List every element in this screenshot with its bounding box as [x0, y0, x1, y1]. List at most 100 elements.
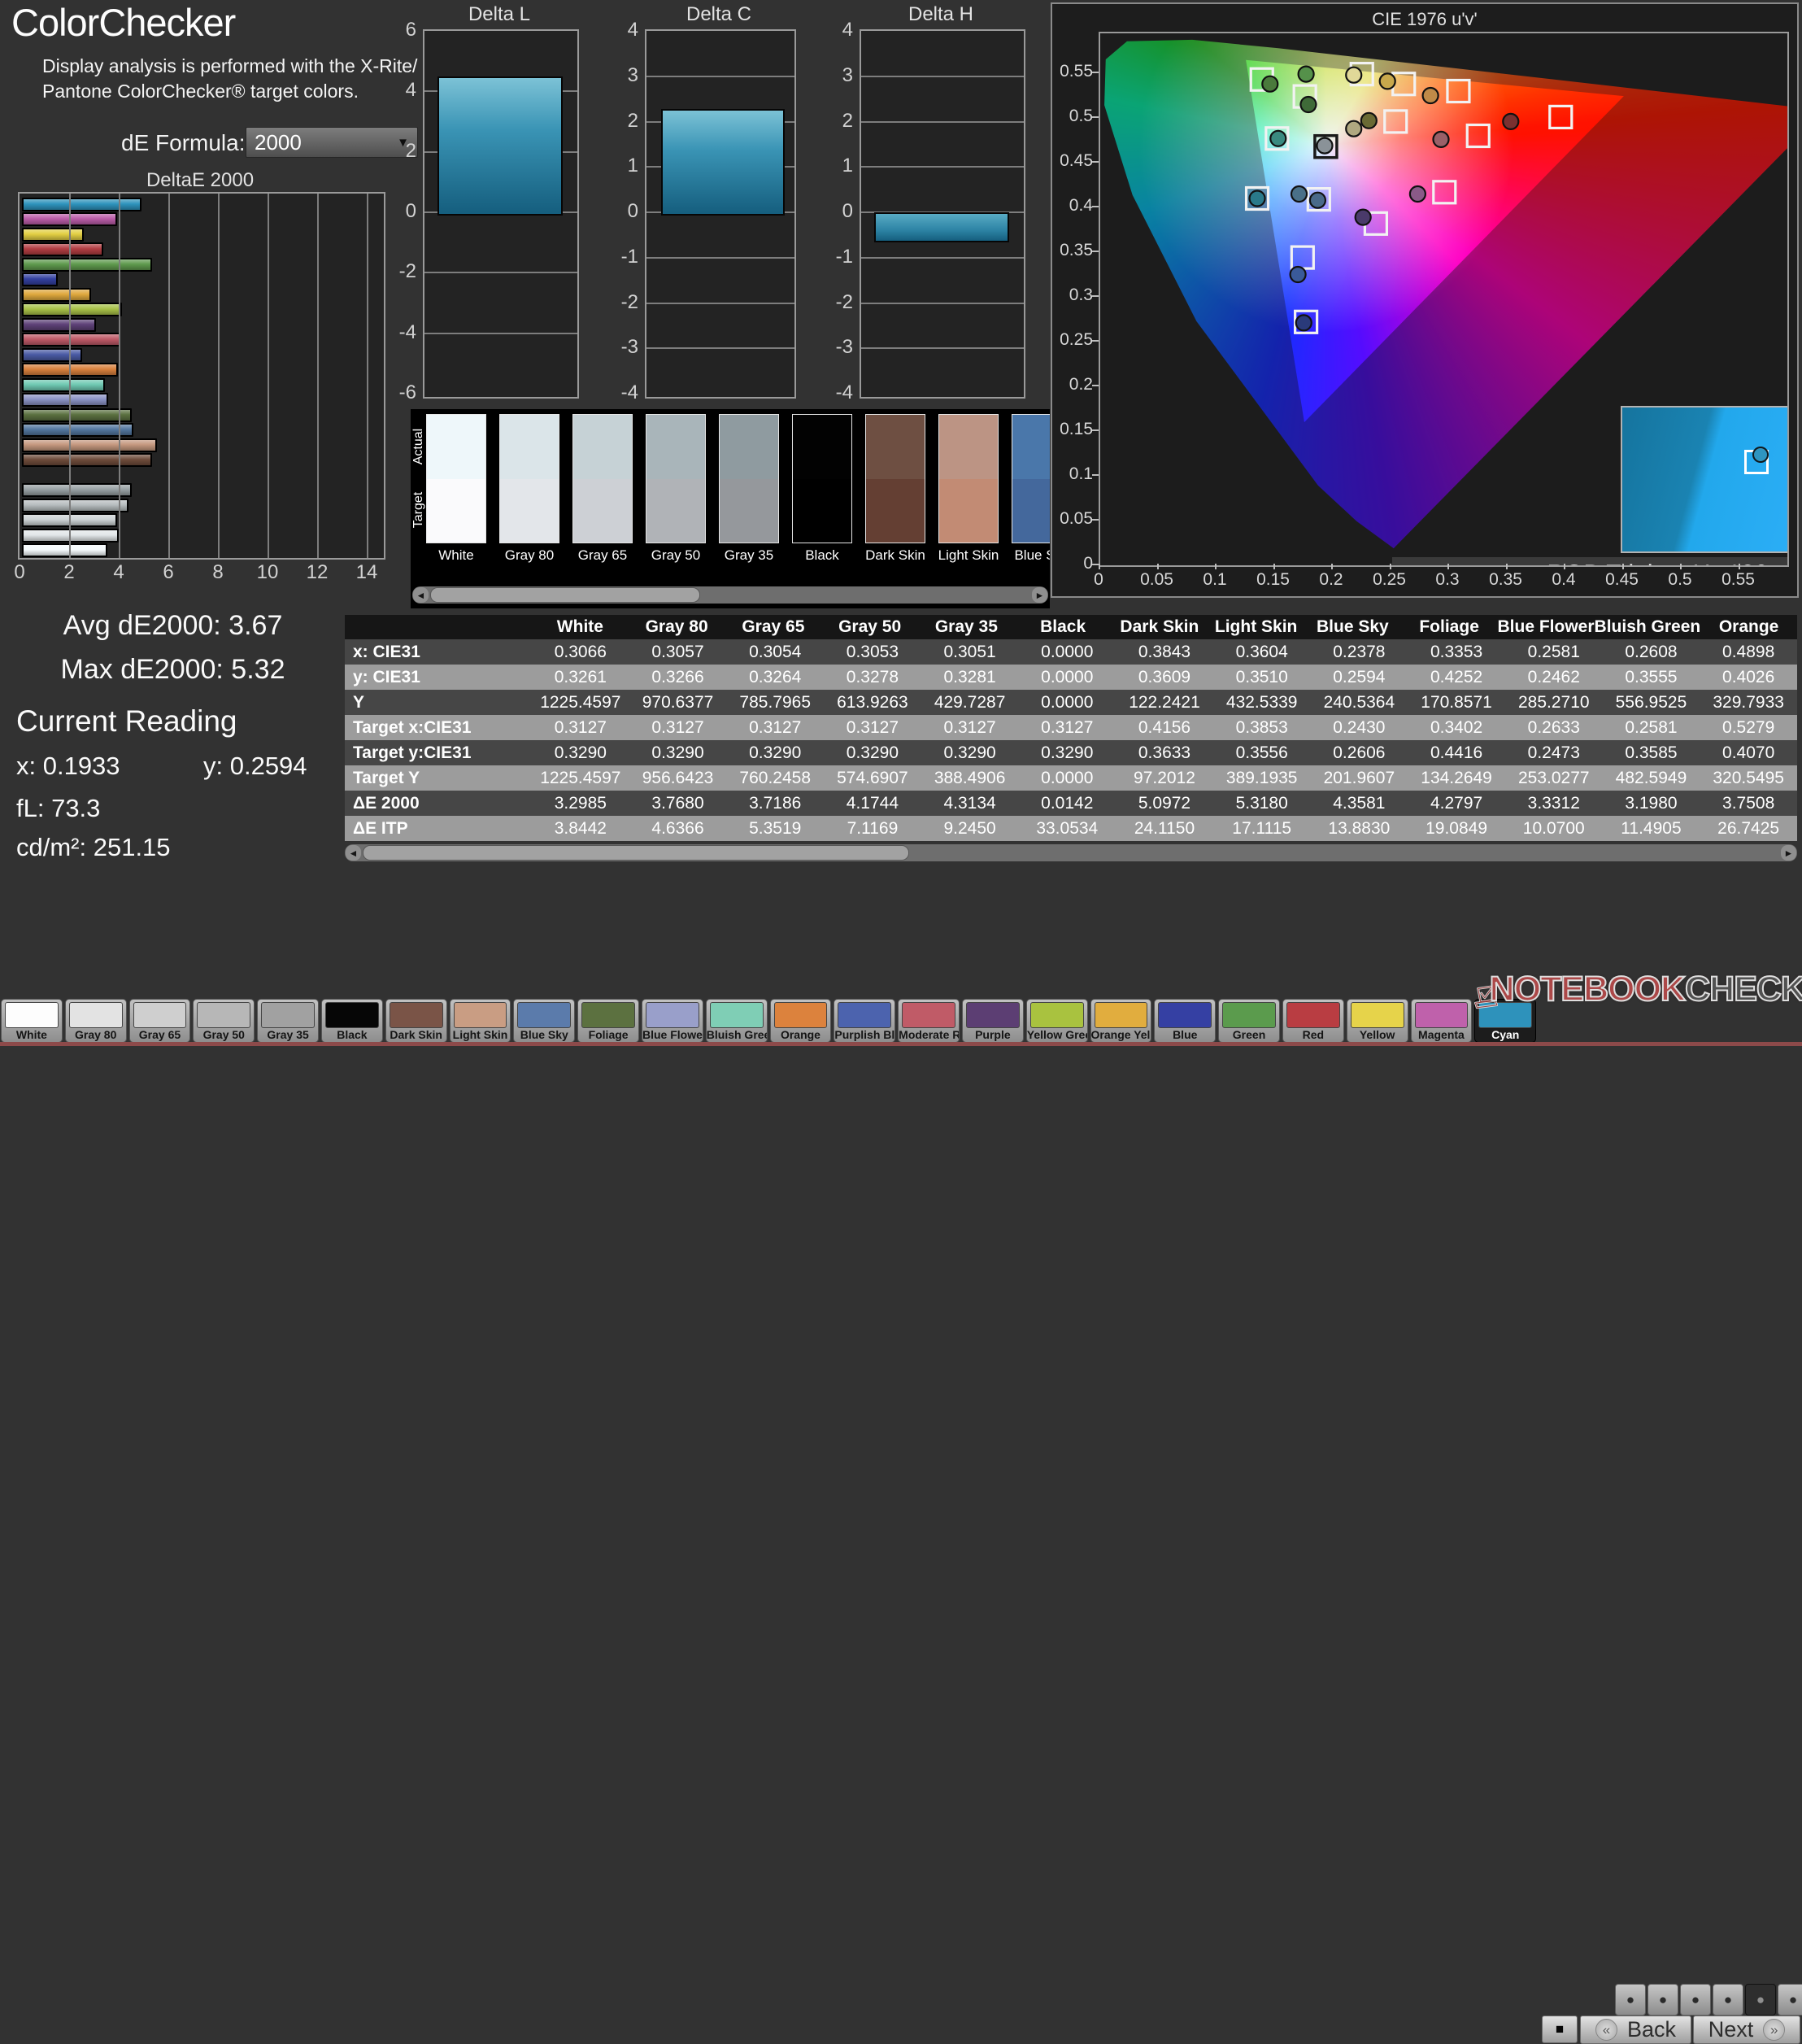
bar-row-yellow-green — [21, 303, 382, 313]
table-cell: 0.3054 — [726, 643, 824, 662]
table-cell: 0.3555 — [1603, 668, 1700, 687]
table-cell: 4.3581 — [1311, 794, 1408, 813]
patch-button-orange-yellow[interactable]: Orange Yellow — [1090, 999, 1152, 1043]
patch-button-magenta[interactable]: Magenta — [1411, 999, 1473, 1043]
table-cell: 0.3290 — [921, 743, 1019, 763]
patch-swatch — [838, 1002, 891, 1028]
patch-button-cyan[interactable]: Cyan — [1474, 999, 1536, 1043]
table-cell: 0.3290 — [629, 743, 727, 763]
stop-button[interactable]: ■ — [1542, 2016, 1578, 2043]
delta-l-chart: Delta L6420-2-4-6 — [376, 0, 595, 407]
table-cell: 3.1980 — [1603, 794, 1700, 813]
table-cell: 0.2606 — [1311, 743, 1408, 763]
measured-dot — [1410, 186, 1425, 202]
cie-y-tick — [1092, 340, 1099, 342]
table-cell: 3.2985 — [532, 794, 629, 813]
toolbar-button-2[interactable]: ● — [1647, 1984, 1678, 2016]
patch-button-blue-sky[interactable]: Blue Sky — [513, 999, 575, 1043]
table-cell: 33.0534 — [1018, 819, 1116, 839]
patch-swatch — [774, 1002, 828, 1028]
table-cell: 5.3180 — [1213, 794, 1311, 813]
gridline — [69, 194, 71, 558]
back-button[interactable]: « Back — [1580, 2016, 1691, 2044]
toolbar-button-5[interactable]: ● — [1745, 1984, 1776, 2016]
patch-button-gray-80[interactable]: Gray 80 — [65, 999, 127, 1043]
swatch-label: Black — [785, 547, 860, 564]
cie-x-tick-label: 0.2 — [1308, 570, 1354, 590]
y-tick-label: -3 — [598, 336, 638, 359]
patch-button-red[interactable]: Red — [1282, 999, 1344, 1043]
scrollbar-thumb[interactable] — [430, 587, 700, 603]
scrollbar-track[interactable]: ◄► — [345, 844, 1797, 861]
bar-row-orange-yellow — [21, 288, 382, 299]
next-button[interactable]: Next » — [1693, 2016, 1800, 2044]
bar-row-purplish-blue — [21, 348, 382, 359]
patch-button-light-skin[interactable]: Light Skin — [450, 999, 511, 1043]
patch-button-purplish-blue[interactable]: Purplish Blue — [834, 999, 895, 1043]
table-cell: 482.5949 — [1603, 769, 1700, 788]
column-header-foliage: Foliage — [1401, 617, 1498, 637]
scrollbar-right-arrow[interactable]: ► — [1781, 845, 1796, 861]
patch-button-green[interactable]: Green — [1218, 999, 1280, 1043]
row-label: ΔE 2000 — [345, 794, 532, 813]
toolbar-button-6[interactable]: ● — [1778, 1984, 1802, 2016]
patch-button-moderate-red[interactable]: Moderate Red — [898, 999, 960, 1043]
scrollbar-track[interactable]: ◄► — [412, 586, 1048, 604]
x-tick-label: 14 — [354, 561, 380, 584]
bar-cyan — [22, 198, 141, 211]
table-cell: 574.6907 — [824, 769, 921, 788]
swatch-gray-50 — [646, 414, 706, 543]
scrollbar-left-arrow[interactable]: ◄ — [346, 845, 361, 861]
swatch-label: White — [419, 547, 494, 564]
patch-button-blue[interactable]: Blue — [1154, 999, 1216, 1043]
y-tick-label: -1 — [812, 246, 853, 268]
patch-label: Blue Sky — [514, 1028, 574, 1041]
patch-button-gray-50[interactable]: Gray 50 — [193, 999, 255, 1043]
table-cell: 5.3519 — [726, 819, 824, 839]
toolbar-button-3[interactable]: ● — [1680, 1984, 1711, 2016]
patch-button-gray-65[interactable]: Gray 65 — [129, 999, 191, 1043]
cie-y-tick-label: 0.1 — [1054, 464, 1093, 484]
swatch-label: Gray 50 — [638, 547, 713, 564]
bar-foliage — [22, 408, 132, 422]
cie-x-tick-label: 0.3 — [1425, 570, 1470, 590]
cie-y-tick — [1092, 429, 1099, 431]
patch-button-foliage[interactable]: Foliage — [577, 999, 639, 1043]
table-cell: 613.9263 — [824, 693, 921, 713]
scrollbar-right-arrow[interactable]: ► — [1032, 587, 1047, 603]
swatch-actual — [427, 415, 485, 479]
cie-x-tick — [1622, 564, 1624, 569]
scrollbar-left-arrow[interactable]: ◄ — [413, 587, 429, 603]
patch-button-gray-35[interactable]: Gray 35 — [257, 999, 319, 1043]
swatch-actual — [573, 415, 632, 479]
patch-label: Black — [322, 1028, 382, 1041]
patch-button-blue-flower[interactable]: Blue Flower — [642, 999, 703, 1043]
delta_h-bar — [874, 212, 1009, 242]
swatch-label: Gray 80 — [492, 547, 567, 564]
x-tick-label: 4 — [106, 561, 132, 584]
patch-button-bluish-green[interactable]: Bluish Green — [706, 999, 768, 1043]
y-tick-label: 3 — [812, 64, 853, 87]
patch-label: Light Skin — [450, 1028, 511, 1041]
patch-label: Orange Yellow — [1091, 1028, 1151, 1041]
patch-button-yellow[interactable]: Yellow — [1347, 999, 1408, 1043]
swatch-actual — [720, 415, 778, 479]
mini-toolbar: ●●●●●● — [1615, 1984, 1802, 2016]
table-cell: 388.4906 — [921, 769, 1019, 788]
patch-button-purple[interactable]: Purple — [962, 999, 1024, 1043]
toolbar-button-1[interactable]: ● — [1615, 1984, 1646, 2016]
patch-button-yellow-green[interactable]: Yellow Green — [1026, 999, 1088, 1043]
patch-swatch — [1158, 1002, 1212, 1028]
bar-row-gray-80 — [21, 529, 382, 539]
patch-swatch — [454, 1002, 507, 1028]
y-tick-label: 4 — [376, 79, 416, 102]
gridline — [646, 303, 794, 304]
rgb-triplet-readout: RGB Triplet: 41, 130, 161 — [1392, 557, 1789, 567]
scrollbar-thumb[interactable] — [363, 845, 909, 861]
patch-button-white[interactable]: White — [1, 999, 63, 1043]
toolbar-button-4[interactable]: ● — [1713, 1984, 1743, 2016]
patch-button-black[interactable]: Black — [321, 999, 383, 1043]
patch-button-dark-skin[interactable]: Dark Skin — [385, 999, 447, 1043]
cie-y-tick-label: 0.35 — [1054, 241, 1093, 260]
patch-button-orange[interactable]: Orange — [770, 999, 832, 1043]
